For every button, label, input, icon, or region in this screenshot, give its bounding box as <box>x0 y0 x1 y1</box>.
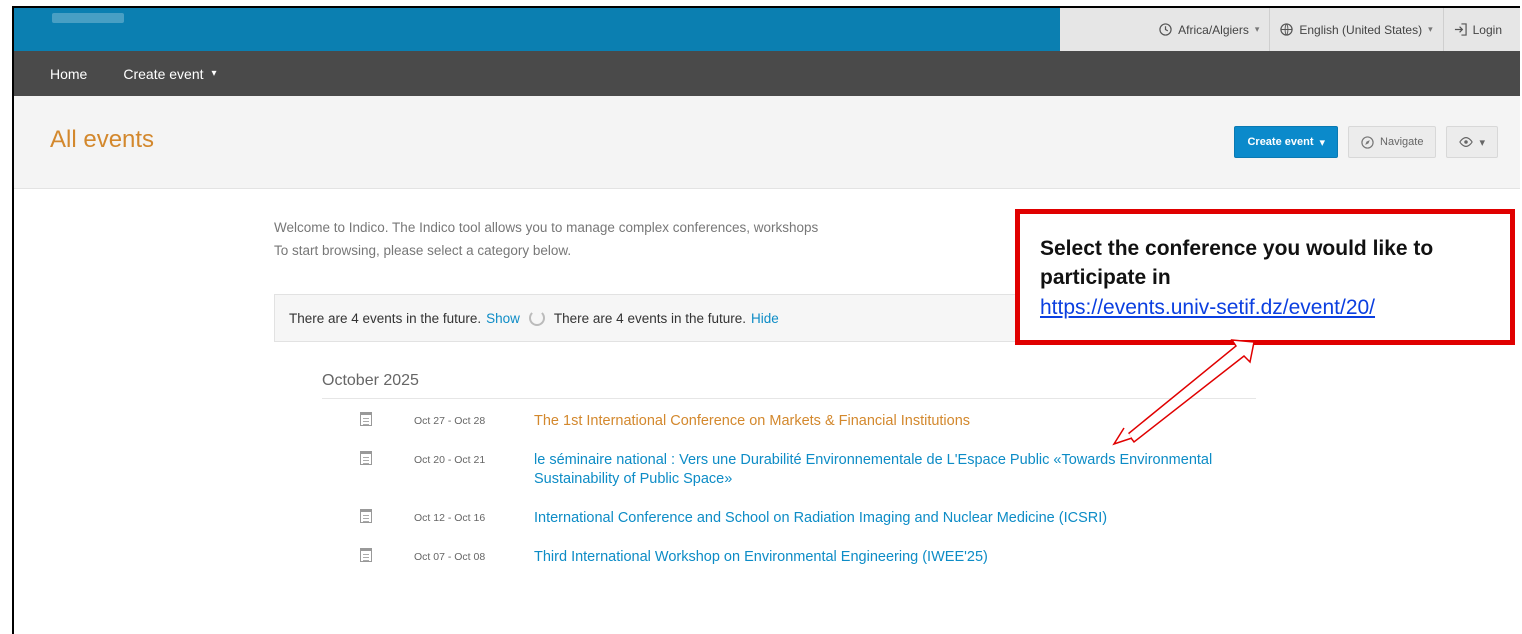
nav-home-label: Home <box>50 65 88 82</box>
event-item: Oct 12 - Oct 16 International Conference… <box>360 509 1254 528</box>
top-bar: Africa/Algiers ▾ English (United States)… <box>14 8 1520 51</box>
future-events-text: There are 4 events in the future. <box>289 310 482 326</box>
hide-future-link[interactable]: Hide <box>751 311 779 326</box>
globe-icon <box>1280 23 1294 36</box>
language-selector[interactable]: English (United States) ▾ <box>1269 8 1442 51</box>
callout-link[interactable]: https://events.univ-setif.dz/event/20/ <box>1040 292 1510 324</box>
welcome-line-2: To start browsing, please select a categ… <box>274 243 572 258</box>
language-label: English (United States) <box>1299 22 1423 37</box>
event-title-link[interactable]: International Conference and School on R… <box>534 509 1107 528</box>
login-icon <box>1454 23 1467 36</box>
chevron-down-icon: ▾ <box>1254 24 1260 34</box>
nav-create-event[interactable]: Create event ▾ <box>105 66 234 82</box>
eye-icon <box>1459 137 1474 147</box>
calendar-icon <box>360 509 372 523</box>
event-title-link[interactable]: The 1st International Conference on Mark… <box>534 412 970 431</box>
main-nav: Home Create event ▾ <box>14 51 1520 96</box>
timezone-selector[interactable]: Africa/Algiers ▾ <box>1149 8 1269 51</box>
nav-create-event-label: Create event <box>123 65 204 82</box>
welcome-text: Welcome to Indico. The Indico tool allow… <box>274 216 994 262</box>
navigate-button-label: Navigate <box>1380 136 1424 148</box>
create-event-button-label: Create event <box>1247 136 1314 148</box>
login-label: Login <box>1472 22 1502 37</box>
welcome-line-1: Welcome to Indico. The Indico tool allow… <box>274 220 819 235</box>
event-title-link[interactable]: le séminaire national : Vers une Durabil… <box>534 451 1254 489</box>
header-actions: Create event ▾ Navigate ▾ <box>1234 126 1498 158</box>
callout-text: Select the conference you would like to … <box>1040 237 1434 289</box>
loading-spinner-icon <box>528 310 545 326</box>
event-item: Oct 20 - Oct 21 le séminaire national : … <box>360 451 1254 489</box>
chevron-down-icon: ▾ <box>1479 136 1485 149</box>
chevron-down-icon: ▾ <box>1428 24 1433 34</box>
event-item: Oct 07 - Oct 08 Third International Work… <box>360 548 1254 567</box>
browser-page: Africa/Algiers ▾ English (United States)… <box>12 6 1520 634</box>
login-button[interactable]: Login <box>1442 8 1512 51</box>
indico-logo[interactable] <box>52 13 124 23</box>
create-event-button[interactable]: Create event ▾ <box>1234 126 1339 158</box>
event-dates: Oct 27 - Oct 28 <box>414 415 486 427</box>
show-future-link[interactable]: Show <box>486 311 520 326</box>
future-events-text-2: There are 4 events in the future. <box>553 310 747 326</box>
pointer-arrow-icon <box>1112 339 1255 446</box>
event-dates: Oct 07 - Oct 08 <box>414 551 486 563</box>
view-options-button[interactable]: ▾ <box>1446 126 1498 158</box>
user-settings-bar: Africa/Algiers ▾ English (United States)… <box>1060 8 1520 51</box>
page-title: All events <box>50 126 155 153</box>
event-dates: Oct 20 - Oct 21 <box>414 454 486 466</box>
event-title-link[interactable]: Third International Workshop on Environm… <box>534 548 988 567</box>
calendar-icon <box>360 451 372 465</box>
event-dates: Oct 12 - Oct 16 <box>414 512 486 524</box>
compass-icon <box>1361 135 1374 149</box>
calendar-icon <box>360 412 372 426</box>
chevron-down-icon: ▾ <box>1319 136 1326 149</box>
calendar-icon <box>360 548 372 562</box>
instruction-callout: Select the conference you would like to … <box>1015 209 1515 345</box>
nav-home[interactable]: Home <box>14 66 105 82</box>
clock-icon <box>1159 23 1172 36</box>
navigate-button[interactable]: Navigate <box>1348 126 1437 158</box>
page-header: All events Create event ▾ Navigate ▾ <box>14 96 1520 189</box>
timezone-label: Africa/Algiers <box>1178 22 1249 37</box>
chevron-down-icon: ▾ <box>211 68 217 79</box>
